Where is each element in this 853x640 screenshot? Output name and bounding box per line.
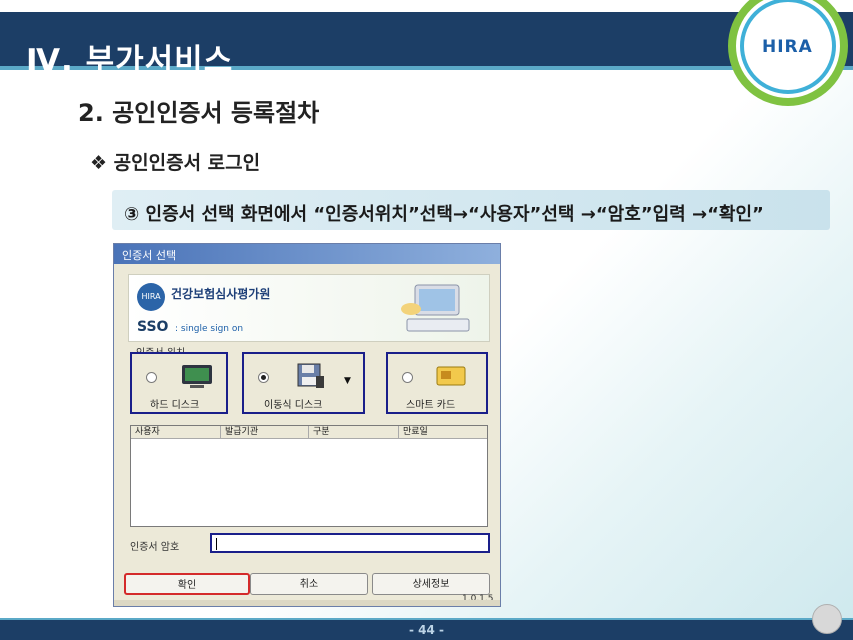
location-label-hard-disk: 하드 디스크 [150, 400, 200, 411]
ok-button[interactable]: 확인 [124, 573, 250, 595]
top-strip [0, 0, 853, 12]
location-label-removable-disk: 이동식 디스크 [264, 400, 323, 411]
slide-title: Ⅳ. 부가서비스 [26, 43, 234, 79]
radio-removable-disk[interactable] [258, 372, 269, 383]
text-cursor [216, 538, 217, 550]
location-removable-disk[interactable]: ▼ 이동식 디스크 [242, 352, 365, 414]
sub-heading: ❖ 공인인증서 로그인 [90, 152, 261, 174]
nav-circle-button[interactable] [812, 604, 842, 634]
location-label-smart-card: 스마트 카드 [406, 400, 456, 411]
list-header: 사용자 발급기관 구분 만료일 [131, 426, 487, 439]
dialog-bottom-strip [114, 600, 500, 606]
column-header-type[interactable]: 구분 [309, 426, 399, 438]
password-label: 인증서 암호 [130, 542, 180, 553]
section-heading: 2. 공인인증서 등록절차 [78, 99, 320, 127]
cancel-button[interactable]: 취소 [250, 573, 368, 595]
radio-hard-disk[interactable] [146, 372, 157, 383]
page-number: - 44 - [408, 623, 444, 637]
instruction-text: ③ 인증서 선택 화면에서 “인증서위치”선택→“사용자”선택 →“암호”입력 … [124, 204, 764, 225]
computer-illustration-icon [401, 284, 470, 332]
dialog-title-bar: 인증서 선택 [114, 244, 500, 264]
monitor-icon [182, 365, 212, 388]
sso-label: SSO [137, 319, 169, 335]
password-field[interactable] [210, 533, 490, 553]
radio-smart-card[interactable] [402, 372, 413, 383]
org-name: 건강보험심사평가원 [171, 287, 271, 301]
hira-mini-logo-icon: HIRA [137, 283, 165, 311]
details-button[interactable]: 상세정보 [372, 573, 490, 595]
dialog-banner: HIRA 건강보험심사평가원 SSO : single sign on [128, 274, 490, 342]
certificate-list[interactable]: 사용자 발급기관 구분 만료일 [130, 425, 488, 527]
chevron-down-icon[interactable]: ▼ [344, 376, 351, 386]
dialog-title: 인증서 선택 [122, 249, 177, 262]
hira-logo: HIRA [762, 37, 813, 57]
floppy-disk-icon [297, 363, 324, 388]
column-header-issuer[interactable]: 발급기관 [221, 426, 309, 438]
smart-card-icon [436, 366, 466, 386]
column-header-user[interactable]: 사용자 [131, 426, 221, 438]
footer-bar: - 44 - [0, 618, 853, 640]
title-bar: Ⅳ. 부가서비스 [0, 12, 853, 79]
column-header-expiry[interactable]: 만료일 [399, 426, 487, 438]
sso-subtitle: : single sign on [175, 324, 244, 334]
certificate-select-dialog: 인증서 선택 HIRA 건강보험심사평가원 SSO : single sign … [113, 243, 501, 607]
location-hard-disk[interactable]: 하드 디스크 [130, 352, 228, 414]
location-smart-card[interactable]: 스마트 카드 [386, 352, 488, 414]
